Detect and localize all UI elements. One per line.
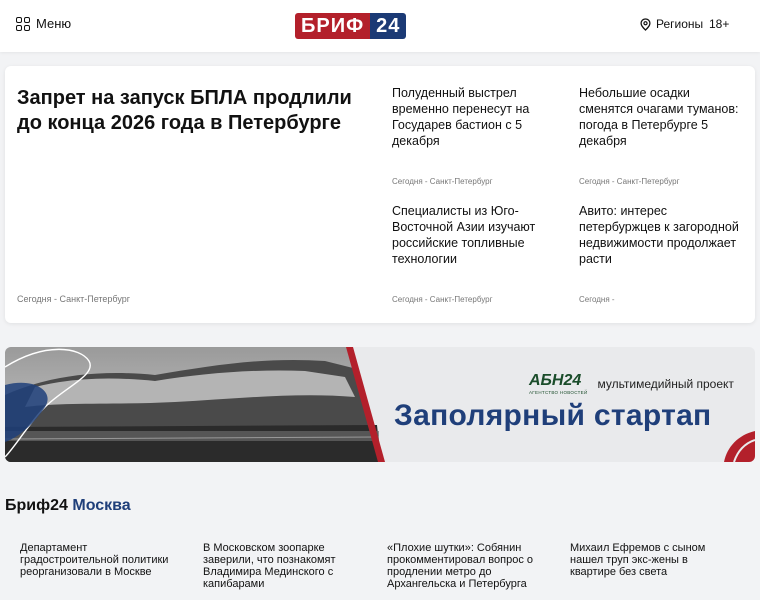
news-item-meta: Сегодня - Санкт-Петербург — [392, 177, 493, 186]
section-heading-prefix: Бриф24 — [5, 497, 68, 514]
menu-label: Меню — [36, 16, 72, 31]
location-pin-icon — [640, 17, 651, 31]
section-heading-link[interactable]: Москва — [72, 497, 130, 514]
regions-label: Регионы — [656, 17, 704, 31]
list-item[interactable]: В Московском зоопарке заверили, что позн… — [203, 542, 369, 590]
lead-news-meta: Сегодня - Санкт-Петербург — [17, 294, 131, 304]
abn24-logo-text: АБН24 — [529, 372, 582, 389]
grid-menu-icon — [16, 16, 30, 31]
list-item[interactable]: Департамент градостроительной политики р… — [20, 542, 186, 578]
news-item-meta: Сегодня - — [579, 295, 615, 304]
abn24-logo-subtitle: АГЕНТСТВО НОВОСТЕЙ — [529, 390, 588, 395]
banner-brand: АБН24 АГЕНТСТВО НОВОСТЕЙ мультимедийный … — [529, 372, 734, 396]
regions-button[interactable]: Регионы — [640, 17, 703, 31]
logo-text-brif: БРИФ — [295, 13, 371, 39]
banner-title: Заполярный стартап — [394, 399, 712, 432]
abn24-logo: АБН24 АГЕНТСТВО НОВОСТЕЙ — [529, 372, 588, 396]
banner-brand-text: мультимедийный проект — [597, 376, 734, 391]
promo-banner[interactable]: АБН24 АГЕНТСТВО НОВОСТЕЙ мультимедийный … — [5, 347, 755, 462]
site-logo[interactable]: БРИФ 24 — [295, 13, 407, 39]
news-item-meta: Сегодня - Санкт-Петербург — [579, 177, 680, 186]
list-item[interactable]: Михаил Ефремов с сыном нашел труп экс-же… — [570, 542, 736, 578]
menu-button[interactable]: Меню — [16, 16, 71, 31]
news-item-title[interactable]: Авито: интерес петербуржцев к загородной… — [579, 203, 739, 267]
section-heading: Бриф24 Москва — [5, 497, 131, 515]
news-item-meta: Сегодня - Санкт-Петербург — [392, 295, 493, 304]
age-rating-badge: 18+ — [709, 17, 730, 31]
news-item-title[interactable]: Специалисты из Юго-Восточной Азии изучаю… — [392, 203, 552, 267]
news-item-title[interactable]: Небольшие осадки сменятся очагами тумано… — [579, 85, 739, 149]
lead-news-title[interactable]: Запрет на запуск БПЛА продлили до конца … — [17, 86, 367, 136]
news-item-title[interactable]: Полуденный выстрел временно перенесут на… — [392, 85, 552, 149]
news-item[interactable]: Полуденный выстрел временно перенесут на… — [392, 85, 552, 186]
top-news-block: Запрет на запуск БПЛА продлили до конца … — [5, 66, 755, 323]
news-item[interactable]: Специалисты из Юго-Восточной Азии изучаю… — [392, 203, 552, 304]
logo-text-24: 24 — [370, 13, 407, 39]
list-item[interactable]: «Плохие шутки»: Собянин прокомментировал… — [387, 542, 553, 590]
news-item[interactable]: Небольшие осадки сменятся очагами тумано… — [579, 85, 739, 186]
site-header: Меню БРИФ 24 Регионы 18+ — [0, 0, 760, 52]
news-item[interactable]: Авито: интерес петербуржцев к загородной… — [579, 203, 739, 304]
